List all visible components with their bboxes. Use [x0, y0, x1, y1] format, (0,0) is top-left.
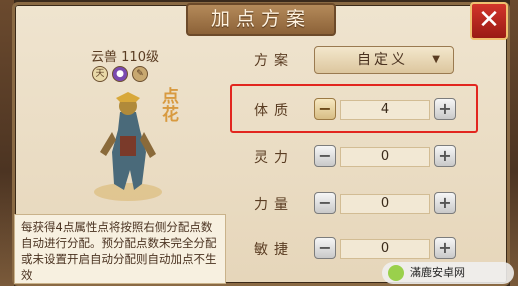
attr-value: 4: [340, 100, 430, 120]
minus-button[interactable]: −: [314, 98, 336, 120]
plus-button[interactable]: +: [434, 98, 456, 120]
attr-row-agility: 敏捷: [254, 235, 308, 263]
pet-name: 云兽 110级: [91, 50, 159, 65]
spirit-stepper[interactable]: − 0 +: [314, 145, 456, 169]
minus-button[interactable]: −: [314, 192, 336, 214]
attr-label: 灵力: [254, 150, 294, 166]
chevron-down-icon: ▼: [432, 54, 443, 65]
minus-button[interactable]: −: [314, 145, 336, 167]
pet-traits: 天 ● ✎: [92, 66, 148, 82]
strength-stepper[interactable]: − 0 +: [314, 192, 456, 216]
plus-button[interactable]: +: [434, 237, 456, 259]
attr-row-strength: 力量: [254, 190, 308, 218]
attr-label: 敏捷: [254, 242, 294, 258]
pet-stamp: 点花: [162, 87, 179, 125]
close-button[interactable]: ✕: [470, 2, 508, 40]
plus-button[interactable]: +: [434, 192, 456, 214]
attr-row-spirit: 灵力: [254, 143, 308, 171]
pet-panel: 云兽 110级 天 ● ✎ 点花 每获得4点属性点将按照右侧分配点数自动进行分配…: [14, 36, 228, 284]
background-right: [510, 0, 518, 286]
scheme-label: 方案: [254, 53, 294, 69]
sky-badge-icon[interactable]: 天: [92, 66, 108, 82]
watermark-text: 滿鹿安卓网: [410, 266, 465, 279]
watermark: 滿鹿安卓网: [382, 262, 514, 284]
attr-label: 力量: [254, 197, 294, 213]
attr-value: 0: [340, 239, 430, 259]
dialog-title: 加点方案: [186, 3, 336, 36]
watermark-logo-icon: [388, 265, 404, 281]
plus-button[interactable]: +: [434, 145, 456, 167]
scheme-row: 方案: [254, 46, 308, 74]
feather-icon[interactable]: ✎: [132, 66, 148, 82]
close-icon: ✕: [478, 5, 500, 35]
allocation-description: 每获得4点属性点将按照右侧分配点数自动进行分配。预分配点数未完全分配或未设置开启…: [14, 214, 226, 284]
pet-model: [94, 92, 162, 201]
scheme-selected: 自定义: [357, 52, 408, 68]
attr-value: 0: [340, 194, 430, 214]
attr-label: 体质: [254, 103, 294, 119]
scheme-dropdown[interactable]: 自定义 ▼: [314, 46, 454, 74]
attr-value: 0: [340, 147, 430, 167]
attr-row-constitution: 体质: [254, 96, 308, 124]
minus-button[interactable]: −: [314, 237, 336, 259]
agility-stepper[interactable]: − 0 +: [314, 237, 456, 261]
purple-orb-icon[interactable]: ●: [112, 66, 128, 82]
constitution-stepper[interactable]: − 4 +: [314, 98, 456, 122]
